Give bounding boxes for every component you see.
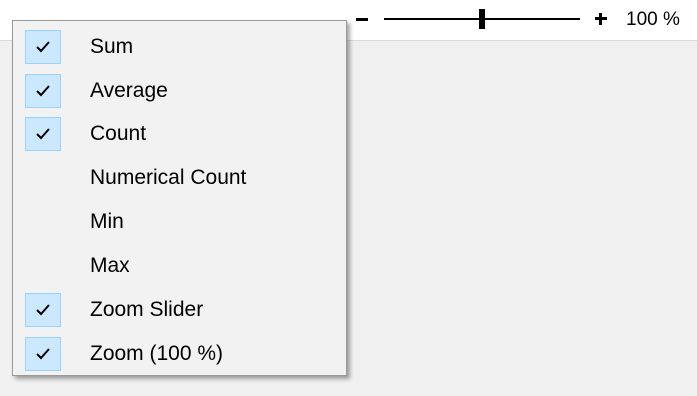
menu-item-count[interactable]: Count [15, 114, 346, 154]
menu-item-label: Count [90, 122, 147, 145]
menu-item-label: Min [90, 210, 124, 233]
menu-item-label: Numerical Count [90, 166, 247, 189]
menu-item-label: Sum [90, 35, 134, 58]
menu-item-average[interactable]: Average [15, 71, 346, 111]
checkmark-icon [25, 293, 61, 327]
menu-item-label: Zoom (100 %) [90, 342, 224, 365]
menu-item-label: Average [90, 79, 168, 102]
menu-item-numerical-count[interactable]: Numerical Count [15, 158, 346, 198]
status-bar-customize-menu: Sum Average Count Numerical Count Min Ma… [12, 20, 347, 376]
zoom-out-button[interactable] [353, 8, 371, 30]
checkmark-icon [25, 161, 61, 195]
menu-item-max[interactable]: Max [15, 246, 346, 286]
menu-item-label: Max [90, 254, 130, 277]
checkmark-icon [25, 337, 61, 371]
checkmark-icon [25, 117, 61, 151]
checkmark-icon [25, 205, 61, 239]
menu-item-zoom-slider[interactable]: Zoom Slider [15, 290, 346, 330]
checkmark-icon [25, 74, 61, 108]
zoom-level-label[interactable]: 100 % [626, 8, 680, 32]
menu-item-sum[interactable]: Sum [15, 27, 346, 67]
zoom-slider-thumb[interactable] [479, 9, 485, 29]
menu-item-label: Zoom Slider [90, 298, 204, 321]
zoom-slider[interactable] [384, 9, 580, 29]
zoom-in-button[interactable] [591, 9, 611, 29]
menu-item-zoom[interactable]: Zoom (100 %) [15, 334, 346, 374]
minus-icon [356, 17, 368, 21]
checkmark-icon [25, 30, 61, 64]
excel-status-bar-context: 100 % Sum Average Count Numerical Count … [0, 0, 697, 396]
menu-item-min[interactable]: Min [15, 202, 346, 242]
checkmark-icon [25, 249, 61, 283]
